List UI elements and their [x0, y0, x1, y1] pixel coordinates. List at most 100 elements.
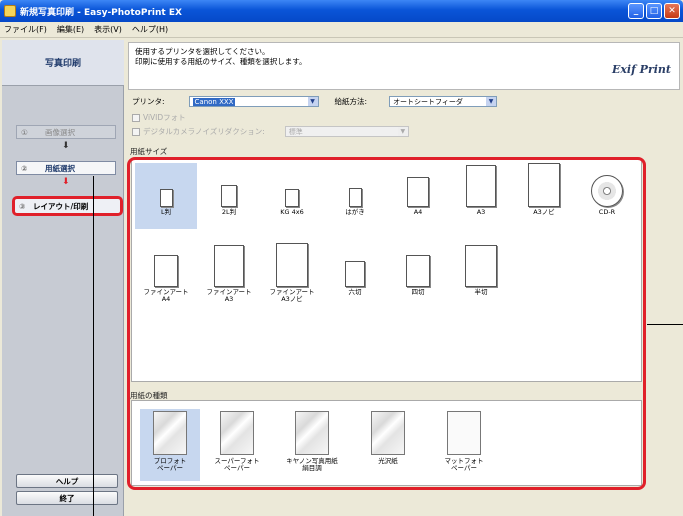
paper-size-fineart-a3-plus[interactable]: ファインアート A3ノビ [261, 243, 323, 315]
type-label: 光沢紙 [378, 457, 398, 465]
close-button[interactable]: ✕ [664, 3, 680, 19]
paper-size-a3[interactable]: A3 [450, 163, 512, 229]
feed-select[interactable]: オートシートフィーダ ▼ [389, 96, 498, 107]
size-label: 六切 [348, 288, 362, 296]
paper-swatch-icon [220, 411, 254, 455]
paper-swatch-icon [153, 411, 187, 455]
size-label: 2L判 [221, 208, 237, 216]
size-label: A4 [413, 208, 423, 216]
printer-label: プリンタ: [132, 97, 165, 106]
size-label: はがき [345, 208, 365, 216]
printer-row: プリンタ: Canon XXX ▼ 給紙方法: オートシートフィーダ ▼ [132, 96, 498, 107]
noise-checkbox[interactable] [132, 127, 140, 136]
paper-icon [345, 261, 365, 287]
paper-icon [528, 163, 560, 207]
paper-icon [159, 189, 173, 207]
step-label: 画像選択 [45, 127, 75, 137]
paper-icon [407, 177, 429, 207]
type-label: スーパーフォト ペーパー [214, 457, 260, 472]
printer-select[interactable]: Canon XXX ▼ [188, 96, 319, 107]
cd-icon [591, 175, 623, 207]
paper-size-panel: L判 2L判 KG 4x6 はがき A4 A3 A3ノビ CD-R ファインアー… [131, 158, 642, 382]
menu-bar: ファイル(F) 編集(E) 表示(V) ヘルプ(H) [0, 22, 683, 38]
vivid-label: ViVIDフォト [143, 113, 186, 122]
instruction-line: 使用するプリンタを選択してください。 [135, 47, 270, 56]
window-title: 新規写真印刷 - Easy-PhotoPrint EX [20, 7, 182, 18]
minimize-button[interactable]: _ [628, 3, 644, 19]
paper-type-pro-photo[interactable]: プロフォト ペーパー [140, 409, 200, 481]
menu-view[interactable]: 表示(V) [94, 24, 122, 35]
paper-icon [221, 185, 237, 207]
paper-size-fineart-a3[interactable]: ファインアート A3 [198, 243, 260, 315]
feed-value: オートシートフィーダ [393, 97, 463, 106]
noise-label: デジタルカメラノイズリダクション: [143, 127, 265, 136]
step-number: ③ [19, 201, 26, 211]
maximize-button[interactable]: □ [646, 3, 662, 19]
exit-button[interactable]: 終了 [16, 491, 118, 505]
paper-type-silk[interactable]: キヤノン写真用紙 絹目調 [282, 409, 342, 481]
paper-type-super-photo[interactable]: スーパーフォト ペーパー [207, 409, 267, 481]
step-image-select[interactable]: ① 画像選択 [16, 125, 116, 139]
instruction-box: 使用するプリンタを選択してください。 印刷に使用する用紙のサイズ、種類を選択しま… [128, 42, 680, 90]
paper-size-a3-plus[interactable]: A3ノビ [513, 163, 575, 229]
type-label: キヤノン写真用紙 絹目調 [286, 457, 338, 472]
noise-row: デジタルカメラノイズリダクション: 標準 ▼ [132, 126, 409, 137]
vivid-row: ViVIDフォト [132, 112, 186, 123]
paper-size-kg[interactable]: KG 4x6 [261, 163, 323, 229]
paper-icon [348, 188, 362, 207]
size-label: ファインアート A3ノビ [269, 288, 315, 303]
paper-size-postcard[interactable]: はがき [324, 163, 386, 229]
step-number: ② [21, 163, 28, 173]
menu-edit[interactable]: 編集(E) [57, 24, 84, 35]
paper-size-l[interactable]: L判 [135, 163, 197, 229]
paper-type-glossy[interactable]: 光沢紙 [358, 409, 418, 481]
vivid-checkbox[interactable] [132, 113, 140, 122]
down-arrow-icon: ⬇ [62, 141, 70, 151]
type-label: プロフォト ペーパー [153, 457, 187, 472]
paper-swatch-icon [447, 411, 481, 455]
step-layout-print[interactable]: ③ レイアウト/印刷 [12, 196, 123, 216]
paper-size-rokugiri[interactable]: 六切 [324, 243, 386, 315]
paper-size-a4[interactable]: A4 [387, 163, 449, 229]
size-label: ファインアート A3 [206, 288, 252, 303]
size-label: L判 [160, 208, 172, 216]
paper-swatch-icon [371, 411, 405, 455]
menu-help[interactable]: ヘルプ(H) [132, 24, 168, 35]
paper-type-panel: プロフォト ペーパー スーパーフォト ペーパー キヤノン写真用紙 絹目調 光沢紙… [131, 400, 642, 486]
app-window: 新規写真印刷 - Easy-PhotoPrint EX _ □ ✕ ファイル(F… [0, 0, 683, 516]
size-label: 四切 [411, 288, 425, 296]
chevron-down-icon[interactable]: ▼ [486, 97, 497, 106]
step-paper-select[interactable]: ② 用紙選択 [16, 161, 116, 175]
paper-size-2l[interactable]: 2L判 [198, 163, 260, 229]
menu-file[interactable]: ファイル(F) [4, 24, 47, 35]
paper-size-heading: 用紙サイズ [130, 147, 168, 156]
paper-icon [214, 245, 244, 287]
title-bar[interactable]: 新規写真印刷 - Easy-PhotoPrint EX _ □ ✕ [0, 0, 683, 22]
paper-size-hangiri[interactable]: 半切 [450, 243, 512, 315]
instruction-line: 印刷に使用する用紙のサイズ、種類を選択します。 [135, 57, 307, 66]
down-arrow-icon: ⬇ [62, 177, 70, 187]
step-label: 用紙選択 [45, 163, 75, 173]
callout-line [93, 176, 94, 516]
callout-line [647, 324, 683, 325]
paper-size-yotsugiri[interactable]: 四切 [387, 243, 449, 315]
noise-select[interactable]: 標準 ▼ [284, 126, 409, 137]
size-label: ファインアート A4 [143, 288, 189, 303]
help-button[interactable]: ヘルプ [16, 474, 118, 488]
exif-print-logo: Exif Print [611, 63, 671, 76]
paper-type-matte[interactable]: マットフォト ペーパー [434, 409, 494, 481]
feed-label: 給紙方法: [334, 97, 368, 106]
paper-icon [465, 245, 497, 287]
paper-icon [285, 189, 299, 207]
main-panel: 使用するプリンタを選択してください。 印刷に使用する用紙のサイズ、種類を選択しま… [126, 40, 683, 516]
paper-icon [276, 243, 308, 287]
size-label: KG 4x6 [280, 208, 304, 216]
printer-value: Canon XXX [192, 97, 236, 106]
sidebar-title: 写真印刷 [2, 40, 124, 86]
paper-size-cd-r[interactable]: CD-R [576, 163, 638, 229]
paper-size-fineart-a4[interactable]: ファインアート A4 [135, 243, 197, 315]
sidebar: 写真印刷 ① 画像選択 ⬇ ② 用紙選択 ⬇ ③ レイアウト/印刷 ヘルプ 終了 [2, 40, 124, 516]
chevron-down-icon[interactable]: ▼ [307, 97, 318, 106]
size-label: A3 [476, 208, 486, 216]
size-label: CD-R [598, 208, 616, 216]
